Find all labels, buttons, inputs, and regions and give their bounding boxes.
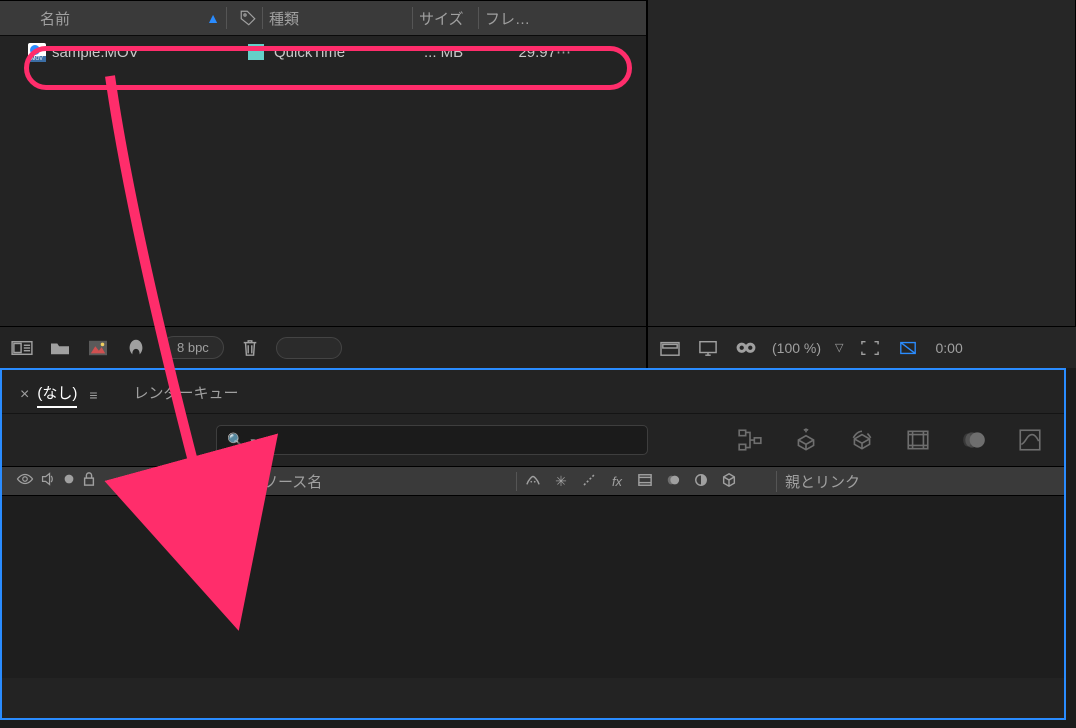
guides-icon[interactable] bbox=[896, 339, 920, 357]
viewer-footer: (100 %) ▽ 0:00 bbox=[648, 326, 1076, 368]
shy-icon[interactable] bbox=[523, 473, 543, 490]
solo-icon[interactable] bbox=[62, 472, 76, 490]
frame-blend-icon[interactable] bbox=[904, 426, 932, 454]
column-size[interactable]: サイズ bbox=[412, 7, 478, 29]
3d-draft-icon[interactable] bbox=[792, 426, 820, 454]
column-label[interactable] bbox=[226, 7, 262, 29]
column-kind[interactable]: 種類 bbox=[262, 7, 412, 29]
comp-flow-icon[interactable] bbox=[736, 426, 764, 454]
mov-file-icon: MOV bbox=[28, 43, 46, 61]
timeline-panel: × (なし) ≡ レンダーキュー 🔍▾ bbox=[0, 368, 1066, 720]
motion-blur-small-icon[interactable] bbox=[663, 473, 683, 490]
timeline-search-input[interactable]: 🔍▾ bbox=[216, 425, 648, 455]
collapse-icon[interactable]: ✳ bbox=[551, 473, 571, 490]
search-pill[interactable] bbox=[276, 337, 342, 359]
timeline-tabs: × (なし) ≡ レンダーキュー bbox=[2, 370, 1064, 414]
tab-render-label: レンダーキュー bbox=[134, 382, 239, 403]
trash-icon[interactable] bbox=[238, 337, 262, 359]
3d-layer-icon[interactable] bbox=[719, 472, 739, 491]
current-time[interactable]: 0:00 bbox=[936, 340, 963, 356]
asset-more-icon: ⋯ bbox=[556, 43, 576, 61]
tag-icon bbox=[239, 9, 257, 27]
lock-icon[interactable] bbox=[82, 471, 96, 491]
folder-icon[interactable] bbox=[48, 337, 72, 359]
asset-filename: sample.MOV bbox=[52, 44, 238, 61]
asset-fps: 29.97 bbox=[490, 44, 556, 61]
region-of-interest-icon[interactable] bbox=[858, 339, 882, 357]
tab-render-queue[interactable]: レンダーキュー bbox=[128, 378, 245, 407]
mask-icon[interactable] bbox=[734, 339, 758, 357]
project-columns-header: 名前 ▲ 種類 サイズ フレ… bbox=[0, 0, 646, 36]
chevron-down-icon[interactable]: ▽ bbox=[835, 341, 843, 354]
source-name-column[interactable]: ソース名 bbox=[256, 471, 516, 492]
column-name-label: 名前 bbox=[40, 8, 70, 29]
project-panel: 名前 ▲ 種類 サイズ フレ… MOV sample.MOV QuickTime… bbox=[0, 0, 648, 368]
project-asset-list[interactable]: MOV sample.MOV QuickTime ... MB 29.97 ⋯ bbox=[0, 36, 646, 326]
eye-icon[interactable] bbox=[16, 472, 34, 490]
timeline-tool-icons bbox=[658, 426, 1050, 454]
tab-none[interactable]: × (なし) ≡ bbox=[14, 378, 104, 412]
graph-editor-icon[interactable] bbox=[1016, 426, 1044, 454]
bpc-button[interactable]: 8 bpc bbox=[162, 336, 224, 359]
project-footer: 8 bpc bbox=[0, 326, 646, 368]
parent-link-column[interactable]: 親とリンク bbox=[776, 471, 1028, 492]
search-icon: 🔍 bbox=[227, 432, 244, 449]
frame-blend-small-icon[interactable] bbox=[635, 473, 655, 490]
draft-3d-icon[interactable] bbox=[848, 426, 876, 454]
interpret-footage-icon[interactable] bbox=[10, 337, 34, 359]
close-tab-icon[interactable]: × bbox=[20, 386, 29, 404]
zoom-level[interactable]: (100 %) bbox=[772, 340, 821, 356]
fx-icon[interactable]: fx bbox=[607, 474, 627, 489]
column-fps[interactable]: フレ… bbox=[478, 7, 544, 29]
panel-menu-icon[interactable]: ≡ bbox=[89, 387, 97, 403]
speaker-icon[interactable] bbox=[40, 472, 56, 490]
layer-label-column[interactable] bbox=[158, 473, 202, 489]
quality-icon[interactable] bbox=[579, 473, 599, 490]
av-features-group bbox=[8, 471, 158, 491]
switches-column: ✳ fx bbox=[516, 472, 776, 491]
tab-none-label: (なし) bbox=[37, 382, 77, 408]
asset-row[interactable]: MOV sample.MOV QuickTime ... MB 29.97 ⋯ bbox=[0, 36, 646, 68]
asset-size: ... MB bbox=[424, 44, 490, 61]
dropdown-caret-icon: ▾ bbox=[250, 436, 255, 447]
column-name[interactable]: 名前 ▲ bbox=[40, 7, 226, 29]
toggle-transparency-icon[interactable] bbox=[658, 339, 682, 357]
monitor-icon[interactable] bbox=[696, 339, 720, 357]
asset-label-swatch[interactable] bbox=[238, 44, 274, 60]
viewer-panel bbox=[648, 0, 1076, 368]
timeline-toolbar: 🔍▾ bbox=[2, 414, 1064, 466]
sort-ascending-icon[interactable]: ▲ bbox=[206, 10, 220, 26]
layer-list-empty[interactable] bbox=[2, 496, 1064, 678]
motion-blur-icon[interactable] bbox=[960, 426, 988, 454]
adobe-stock-icon[interactable] bbox=[124, 337, 148, 359]
layer-columns-header: ソース名 ✳ fx 親とリンク bbox=[2, 466, 1064, 496]
new-comp-icon[interactable] bbox=[86, 337, 110, 359]
asset-kind: QuickTime bbox=[274, 44, 424, 61]
adjustment-icon[interactable] bbox=[691, 473, 711, 490]
